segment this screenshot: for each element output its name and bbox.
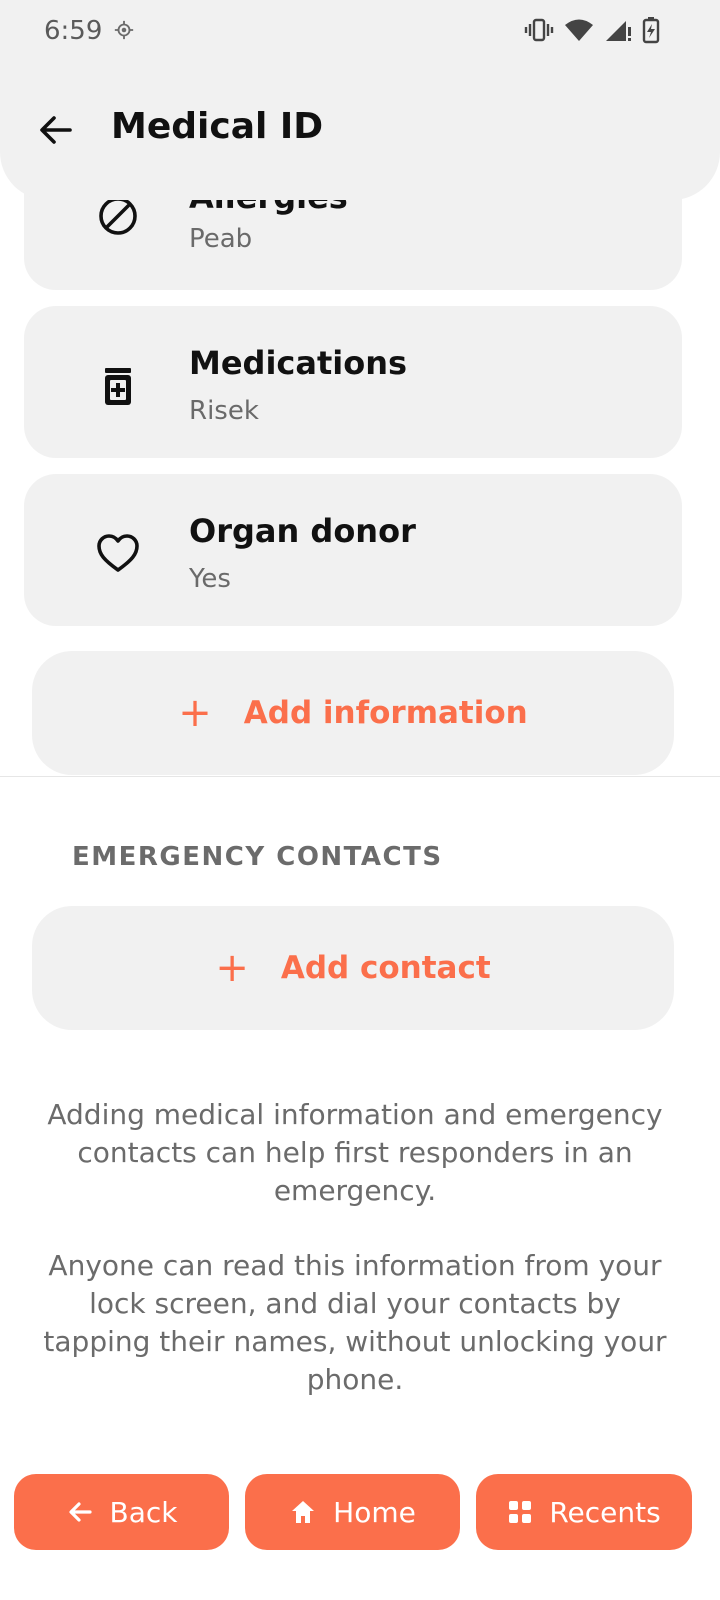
signal-icon [606, 21, 631, 41]
medications-card[interactable]: Medications Risek [24, 306, 682, 458]
add-contact-button[interactable]: + Add contact [32, 906, 674, 1030]
plus-icon: + [178, 690, 212, 736]
page-title: Medical ID [111, 106, 324, 147]
nav-back-button[interactable]: Back [14, 1474, 229, 1550]
back-arrow-icon [68, 1502, 92, 1522]
vibrate-icon [524, 18, 554, 42]
medications-value: Risek [189, 396, 259, 426]
nav-home-button[interactable]: Home [245, 1474, 460, 1550]
medications-label: Medications [189, 344, 408, 382]
nav-recents-button[interactable]: Recents [476, 1474, 692, 1550]
add-contact-label: Add contact [280, 950, 491, 986]
plus-icon: + [215, 945, 249, 991]
nav-recents-label: Recents [549, 1495, 661, 1529]
back-arrow-icon[interactable] [36, 110, 76, 150]
location-icon [114, 20, 134, 40]
allergies-value: Peab [189, 224, 253, 254]
add-information-label: Add information [243, 695, 528, 731]
info-paragraph-1: Adding medical information and emergency… [47, 1098, 663, 1207]
battery-charging-icon [642, 17, 660, 44]
organ-donor-value: Yes [189, 564, 231, 594]
organ-donor-card[interactable]: Organ donor Yes [24, 474, 682, 626]
wifi-icon [565, 19, 593, 41]
emergency-contacts-header: EMERGENCY CONTACTS [72, 842, 443, 872]
heart-icon [97, 534, 139, 572]
add-information-button[interactable]: + Add information [32, 651, 674, 775]
medication-icon [105, 368, 131, 405]
status-icons [524, 16, 660, 44]
organ-donor-label: Organ donor [189, 512, 416, 550]
status-time: 6:59 [44, 16, 103, 46]
nav-back-label: Back [109, 1495, 178, 1529]
info-paragraph-2: Anyone can read this information from yo… [43, 1249, 667, 1396]
section-divider [0, 776, 720, 777]
nav-home-label: Home [333, 1495, 416, 1529]
app-bar: 6:59 Medical ID [0, 0, 720, 200]
recents-icon [509, 1501, 532, 1523]
home-icon [292, 1501, 315, 1523]
